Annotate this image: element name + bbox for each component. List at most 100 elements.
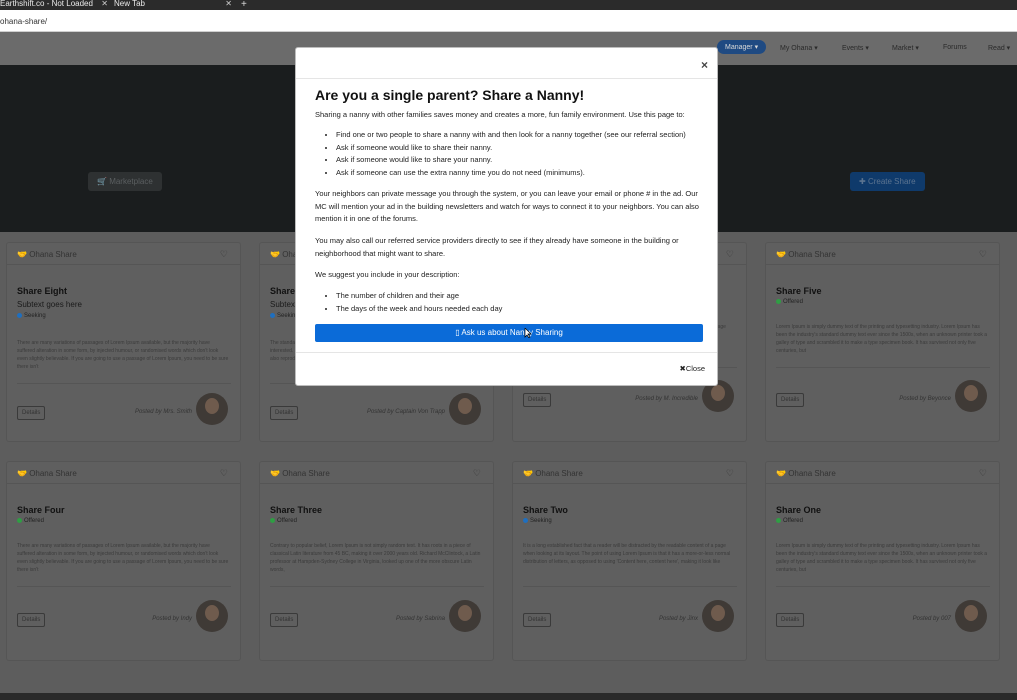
status-label: Offered — [24, 518, 44, 525]
card-header: 🤝 Ohana Share ♡ — [766, 243, 999, 265]
handshake-icon: 🤝 — [270, 469, 283, 478]
status-dot — [776, 518, 781, 523]
cart-icon: 🛒 — [97, 177, 110, 186]
close-button[interactable]: ✖Close — [680, 364, 705, 373]
status-dot — [17, 518, 22, 523]
ask-nanny-sharing-button[interactable]: ▯ Ask us about Nanny Sharing — [315, 324, 703, 342]
card-header: 🤝 Ohana Share ♡ — [260, 462, 493, 484]
heart-icon[interactable]: ♡ — [726, 249, 734, 260]
card-brand: 🤝 Ohana Share — [523, 469, 583, 478]
nav-events[interactable]: Events ▾ — [842, 44, 869, 52]
avatar — [955, 380, 987, 412]
details-button[interactable]: Details — [270, 613, 299, 627]
status-badge: Offered — [270, 518, 297, 524]
card-header: 🤝 Ohana Share ♡ — [7, 243, 240, 265]
avatar — [955, 600, 987, 632]
browser-tab[interactable]: New Tab ✕ — [114, 0, 232, 10]
status-dot — [523, 518, 528, 523]
card-title: Share Five — [776, 286, 822, 296]
posted-by: Posted by Mrs. Smith — [134, 409, 192, 415]
status-badge: Offered — [17, 518, 44, 524]
card-divider — [523, 586, 737, 587]
list-item: Ask if someone can use the extra nanny t… — [336, 167, 708, 180]
handshake-icon: 🤝 — [776, 250, 789, 259]
card-title: Share Two — [523, 505, 568, 515]
bottom-bar — [0, 693, 1017, 700]
modal-title: Are you a single parent? Share a Nanny! — [315, 87, 585, 103]
page: Earthshift.co - Not Loaded ✕ New Tab ✕ +… — [0, 0, 1017, 700]
card-body: There are many variations of passages of… — [17, 340, 229, 370]
nav-forums[interactable]: Forums — [943, 44, 967, 51]
details-button[interactable]: Details — [17, 406, 46, 420]
avatar — [196, 393, 228, 425]
modal-header-divider — [296, 78, 717, 79]
heart-icon[interactable]: ♡ — [473, 468, 481, 479]
status-label: Seeking — [530, 518, 552, 525]
list-item: The number of children and their age — [336, 290, 708, 303]
tab-title: New Tab — [114, 0, 145, 8]
marketplace-button[interactable]: 🛒 Marketplace — [88, 172, 162, 191]
create-share-button[interactable]: ✚ Create Share — [850, 172, 925, 191]
modal-paragraph: You may also call our referred service p… — [315, 236, 679, 258]
nav-read[interactable]: Read ▾ — [988, 44, 1010, 52]
tab-title: Earthshift.co - Not Loaded — [0, 0, 93, 8]
handshake-icon: 🤝 — [17, 250, 30, 259]
card-brand-label: Ohana Share — [788, 250, 836, 259]
card-title: Share Three — [270, 505, 323, 515]
card-body: It is a long established fact that a rea… — [523, 543, 731, 565]
card-brand-label: Ohana Share — [282, 469, 330, 478]
browser-tab[interactable]: Earthshift.co - Not Loaded ✕ — [0, 0, 108, 10]
heart-icon[interactable]: ♡ — [220, 468, 228, 479]
close-tab-icon[interactable]: ✕ — [101, 0, 108, 8]
posted-by: Posted by Beyonce — [899, 396, 951, 402]
share-card: 🤝 Ohana Share ♡ Share Four Offered There are… — [6, 461, 241, 661]
nav-market[interactable]: Market ▾ — [892, 44, 919, 52]
status-badge: Seeking — [523, 518, 552, 524]
nav-manager[interactable]: Manager ▾ — [717, 40, 767, 54]
cta-label: Ask us about Nanny Sharing — [461, 328, 563, 337]
new-tab-icon[interactable]: + — [241, 0, 247, 10]
card-brand-label: Ohana Share — [535, 469, 583, 478]
card-brand: 🤝 Ohana Share — [270, 469, 330, 478]
details-button[interactable]: Details — [776, 613, 805, 627]
handshake-icon: 🤝 — [776, 469, 789, 478]
details-button[interactable]: Details — [523, 393, 552, 407]
list-item: Ask if someone would like to share your … — [336, 154, 708, 167]
status-dot — [270, 518, 275, 523]
details-button[interactable]: Details — [776, 393, 805, 407]
close-icon[interactable]: × — [701, 58, 708, 72]
share-nanny-modal: × Are you a single parent? Share a Nanny… — [295, 47, 718, 386]
posted-by: Posted by Jinx — [658, 616, 698, 622]
close-label: Close — [685, 364, 705, 373]
share-card: 🤝 Ohana Share ♡ Share Five Offered Lorem Ips… — [765, 242, 1000, 442]
card-brand: 🤝 Ohana Share — [776, 469, 836, 478]
status-dot — [17, 313, 22, 318]
include-list: The number of children and their age The… — [328, 290, 708, 315]
details-button[interactable]: Details — [270, 406, 299, 420]
uses-list: Find one or two people to share a nanny … — [328, 129, 708, 179]
status-badge: Offered — [776, 299, 803, 305]
status-badge: Seeking — [17, 313, 46, 319]
posted-by: Posted by Captain Von Trapp — [366, 409, 445, 415]
heart-icon[interactable]: ♡ — [979, 249, 987, 260]
list-item: The days of the week and hours needed ea… — [336, 303, 708, 316]
heart-icon[interactable]: ♡ — [220, 249, 228, 260]
details-button[interactable]: Details — [17, 613, 46, 627]
card-brand: 🤝 Ohana Share — [17, 250, 77, 259]
nav-my-ohana[interactable]: My Ohana ▾ — [780, 44, 818, 52]
card-header: 🤝 Ohana Share ♡ — [7, 462, 240, 484]
list-item: Find one or two people to share a nanny … — [336, 129, 708, 142]
posted-by: Posted by 007 — [912, 616, 951, 622]
heart-icon[interactable]: ♡ — [726, 468, 734, 479]
avatar — [449, 393, 481, 425]
status-badge: Offered — [776, 518, 803, 524]
card-header: 🤝 Ohana Share ♡ — [766, 462, 999, 484]
address-bar[interactable]: ohana-share/ — [0, 10, 1017, 32]
heart-icon[interactable]: ♡ — [979, 468, 987, 479]
status-label: Offered — [783, 299, 803, 306]
details-button[interactable]: Details — [523, 613, 552, 627]
posted-by: Posted by Indy — [152, 616, 192, 622]
close-tab-icon[interactable]: ✕ — [225, 0, 232, 8]
card-divider — [17, 383, 231, 384]
posted-by: Posted by M. Incredible — [635, 396, 698, 402]
